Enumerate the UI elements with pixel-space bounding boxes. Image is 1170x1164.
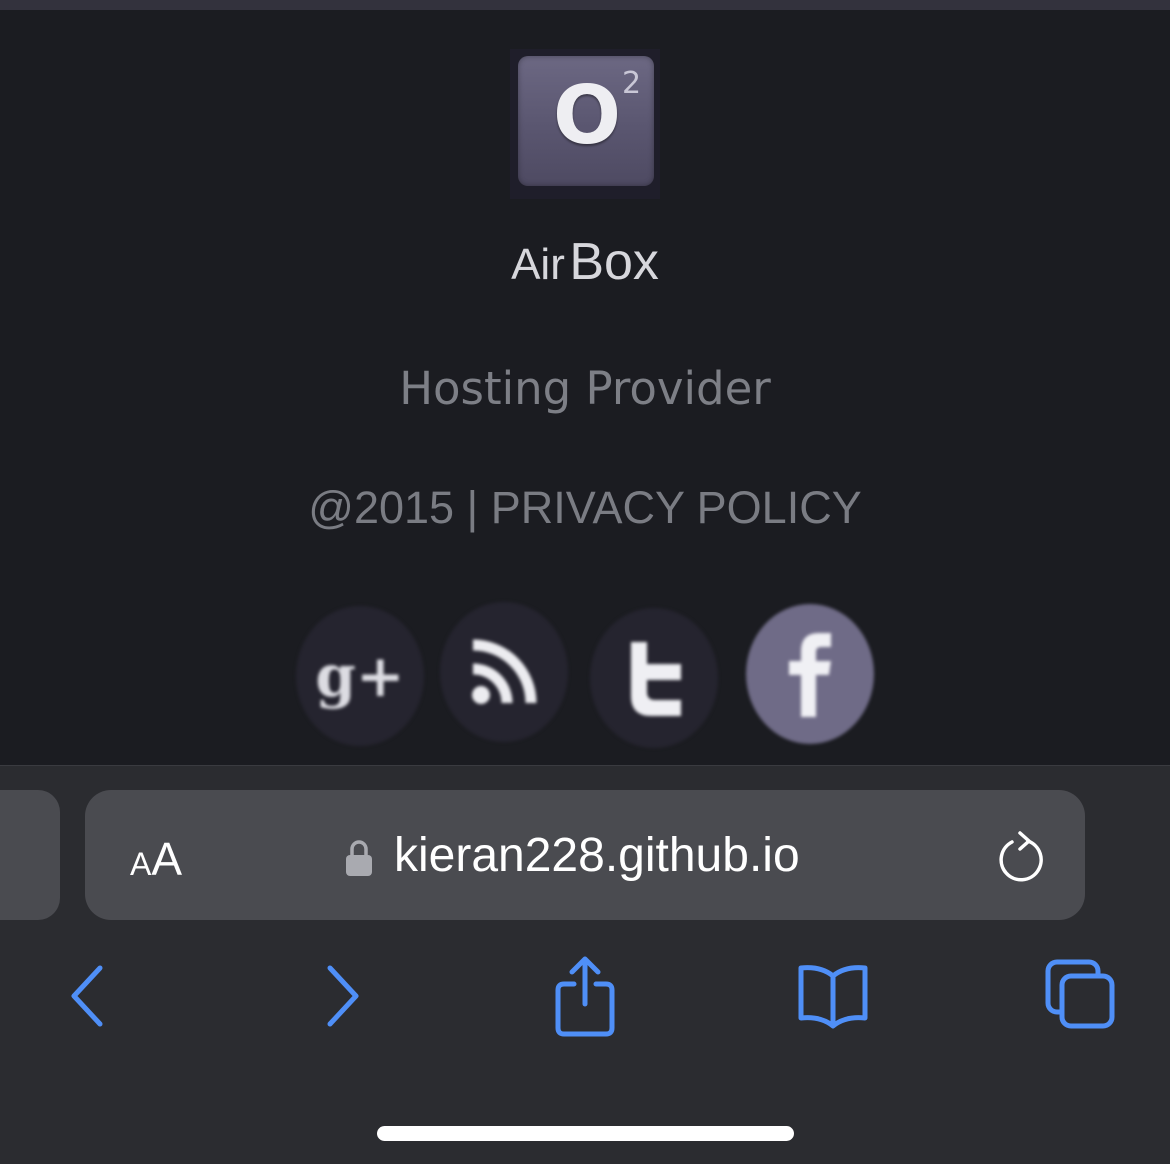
home-indicator bbox=[377, 1126, 794, 1141]
url-text[interactable]: kieran228.github.io bbox=[394, 828, 800, 883]
rss-icon bbox=[472, 639, 537, 704]
reload-icon[interactable] bbox=[996, 828, 1044, 884]
brand-part-box: Box bbox=[569, 233, 659, 291]
previous-tab-peek[interactable] bbox=[0, 790, 60, 920]
google-plus-button[interactable]: g+ bbox=[296, 606, 424, 746]
forward-icon[interactable] bbox=[312, 956, 372, 1036]
share-icon[interactable] bbox=[550, 952, 620, 1038]
header-edge bbox=[0, 0, 1170, 10]
web-content: O 2 Air Box Hosting Provider @2015 | PRI… bbox=[0, 10, 1170, 765]
brand-name: Air Box bbox=[0, 232, 1170, 292]
social-links: g+ bbox=[0, 602, 1170, 752]
browser-chrome: AA kieran228.github.io bbox=[0, 765, 1170, 1164]
reader-settings-button[interactable]: AA bbox=[130, 832, 182, 886]
logo-superscript: 2 bbox=[622, 66, 642, 101]
reader-small-a: A bbox=[130, 846, 152, 882]
facebook-button[interactable] bbox=[746, 604, 874, 744]
back-icon[interactable] bbox=[60, 956, 120, 1036]
site-logo[interactable]: O 2 bbox=[510, 49, 660, 199]
rss-button[interactable] bbox=[440, 602, 568, 742]
copyright-privacy-link[interactable]: @2015 | PRIVACY POLICY bbox=[0, 482, 1170, 534]
facebook-icon bbox=[789, 633, 831, 717]
lock-icon bbox=[346, 840, 372, 876]
bookmarks-icon[interactable] bbox=[795, 956, 871, 1036]
twitter-button[interactable] bbox=[590, 608, 718, 748]
google-plus-icon: g+ bbox=[315, 642, 405, 710]
brand-part-air: Air bbox=[511, 240, 565, 289]
logo-tile: O 2 bbox=[518, 56, 654, 186]
twitter-icon bbox=[631, 642, 681, 716]
tabs-icon[interactable] bbox=[1042, 956, 1118, 1036]
screen: O 2 Air Box Hosting Provider @2015 | PRI… bbox=[0, 0, 1170, 1164]
tagline: Hosting Provider bbox=[399, 362, 771, 415]
reader-big-a: A bbox=[151, 833, 183, 885]
